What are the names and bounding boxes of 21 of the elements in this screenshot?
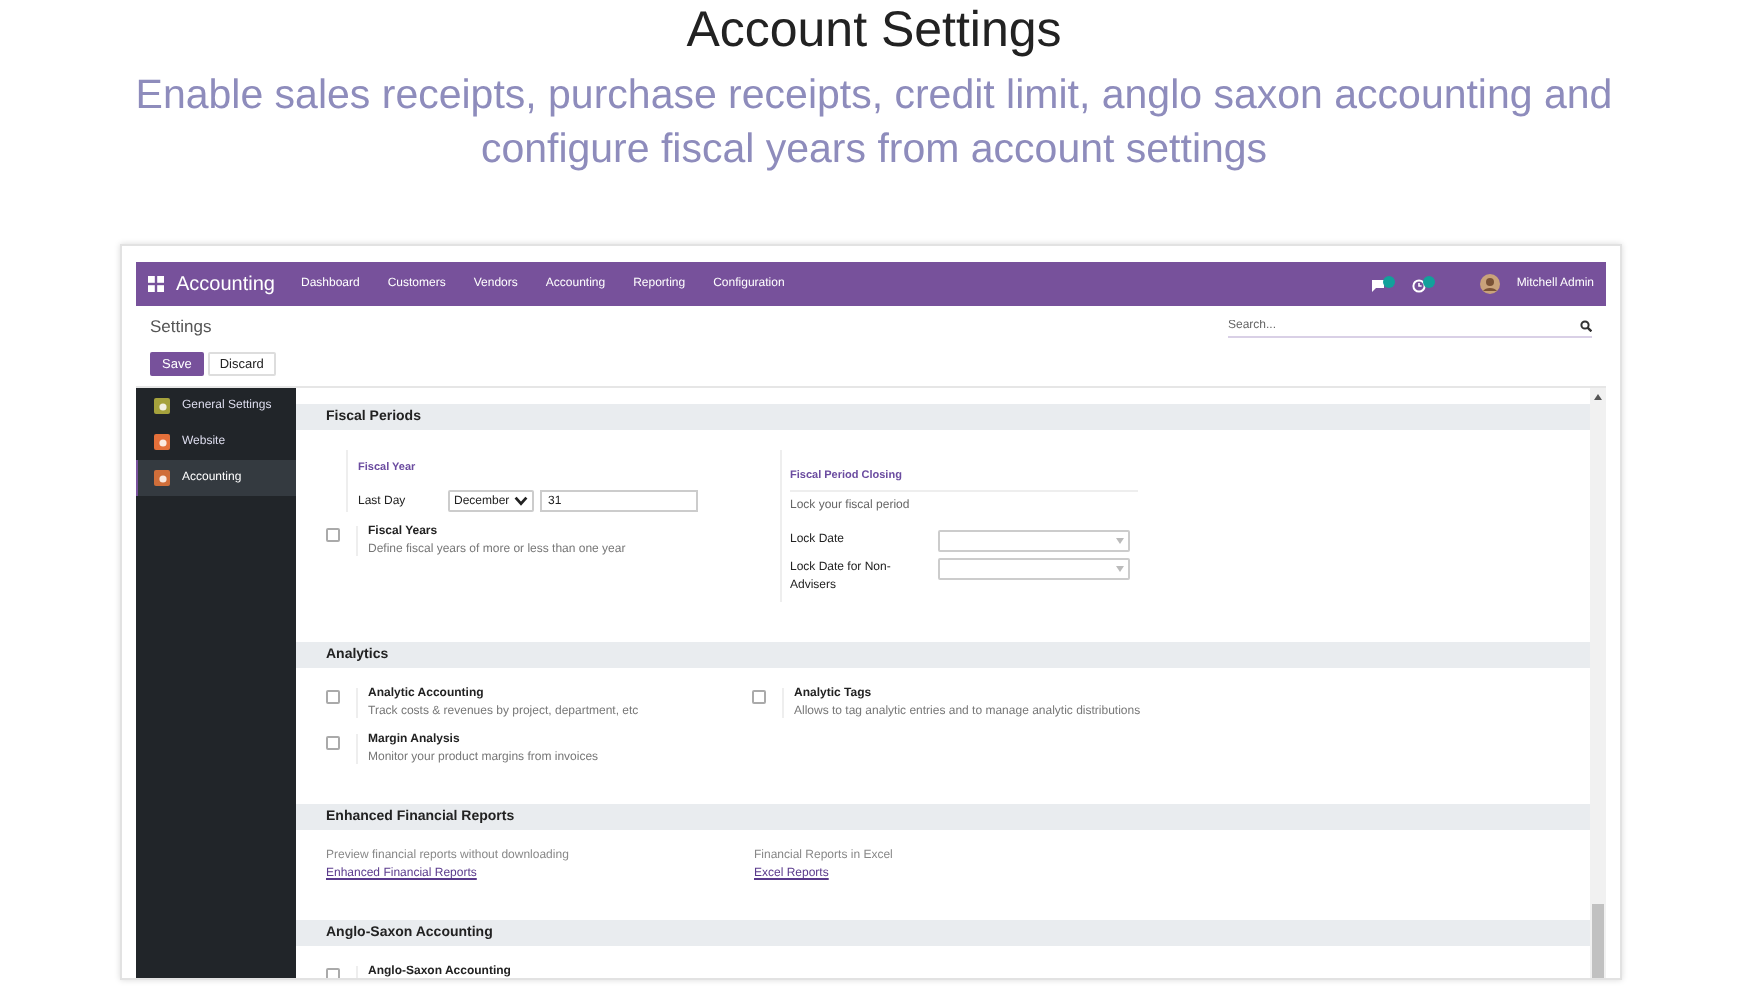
scroll-up-icon[interactable] bbox=[1594, 394, 1602, 400]
search-icon[interactable] bbox=[1580, 319, 1592, 331]
checkbox[interactable] bbox=[326, 736, 340, 750]
checkbox[interactable] bbox=[326, 528, 340, 542]
caret-icon bbox=[1116, 538, 1124, 544]
page-subtitle: Enable sales receipts, purchase receipts, credit limit, anglo saxon accounting and configure fiscal years from account settings bbox=[133, 70, 1615, 176]
avatar-icon[interactable] bbox=[1480, 274, 1501, 294]
app-name[interactable]: Accounting bbox=[176, 273, 275, 295]
chevron-icon bbox=[514, 496, 528, 506]
checkbox[interactable] bbox=[326, 690, 340, 704]
scrollbar[interactable] bbox=[1590, 388, 1606, 978]
clock-icon[interactable] bbox=[1412, 275, 1437, 293]
date-field[interactable] bbox=[938, 530, 1130, 552]
caret-icon bbox=[1116, 566, 1124, 572]
date-field[interactable] bbox=[938, 558, 1130, 580]
apps-grid-icon[interactable] bbox=[148, 276, 164, 292]
page-title: Account Settings bbox=[684, 0, 1064, 60]
breadcrumb[interactable]: Settings bbox=[150, 316, 212, 336]
checkbox[interactable] bbox=[752, 690, 766, 704]
checkbox[interactable] bbox=[326, 968, 340, 978]
chat-icon[interactable] bbox=[1372, 275, 1397, 293]
